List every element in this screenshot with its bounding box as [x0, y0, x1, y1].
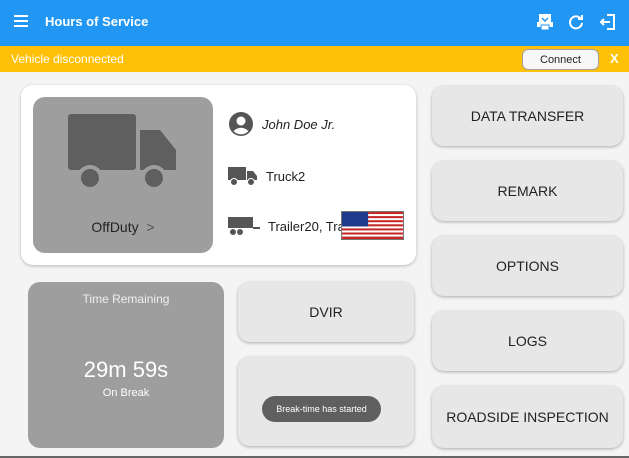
refresh-icon[interactable]	[566, 12, 586, 32]
app-title: Hours of Service	[45, 14, 149, 29]
chevron-right-icon: >	[146, 219, 155, 235]
truck-icon	[68, 114, 176, 191]
dvir-button[interactable]: DVIR	[238, 282, 414, 342]
app-bar: Hours of Service	[0, 0, 629, 46]
connect-button[interactable]: Connect	[522, 49, 599, 70]
remark-button[interactable]: REMARK	[432, 161, 623, 221]
connection-banner: Vehicle disconnected Connect X	[0, 46, 629, 72]
timer-state: On Break	[102, 387, 150, 399]
banner-message: Vehicle disconnected	[11, 52, 124, 66]
data-transfer-button[interactable]: DATA TRANSFER	[432, 86, 623, 146]
truck-name: Truck2	[266, 168, 306, 184]
trailer-row[interactable]: Trailer20, Tra...	[228, 215, 356, 237]
trailer-icon	[228, 217, 260, 235]
timer-value: 29m 59s	[83, 357, 169, 382]
truck-row[interactable]: Truck2	[228, 165, 305, 187]
account-icon	[229, 112, 253, 136]
duty-status-label: OffDuty >	[91, 219, 155, 235]
driver-row: John Doe Jr.	[228, 111, 335, 137]
options-button[interactable]: OPTIONS	[432, 236, 623, 296]
duty-status-button[interactable]: OffDuty >	[33, 97, 213, 253]
logout-icon[interactable]	[598, 12, 618, 32]
us-flag-icon	[341, 211, 404, 240]
timer-title: Time Remaining	[82, 292, 170, 306]
close-banner-button[interactable]: X	[610, 51, 619, 66]
print-icon[interactable]	[535, 12, 555, 32]
logs-button[interactable]: LOGS	[432, 311, 623, 371]
toast-message: Break-time has started	[262, 396, 381, 422]
time-remaining-tile: Time Remaining 29m 59s On Break	[28, 282, 224, 448]
driver-name: John Doe Jr.	[262, 116, 336, 132]
roadside-inspection-button[interactable]: ROADSIDE INSPECTION	[432, 386, 623, 448]
menu-icon[interactable]	[14, 15, 28, 29]
truck-small-icon	[228, 167, 257, 186]
